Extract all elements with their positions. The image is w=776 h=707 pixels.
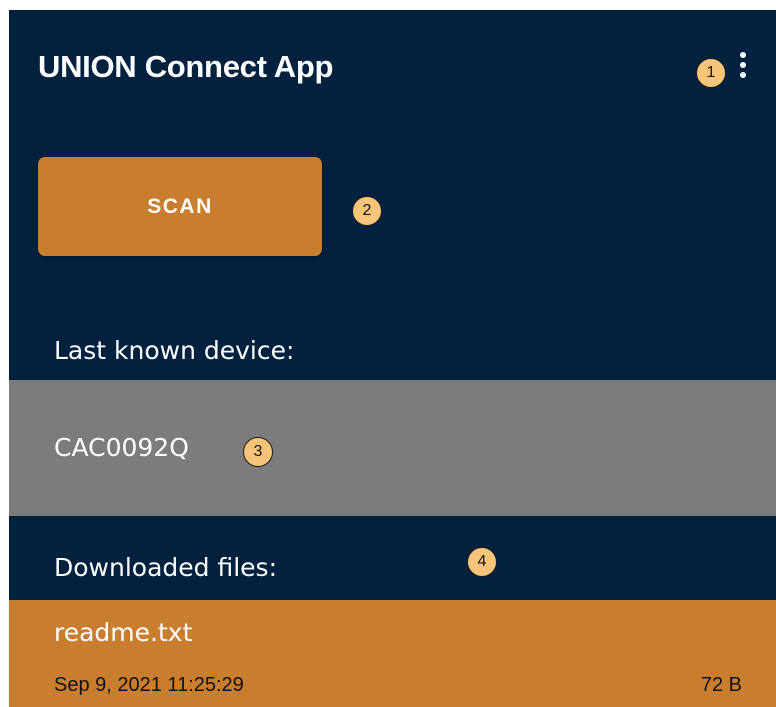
app-title: UNION Connect App xyxy=(38,49,334,84)
file-name: readme.txt xyxy=(54,618,193,647)
menu-dot xyxy=(740,72,746,78)
callout-marker-2: 2 xyxy=(352,196,382,226)
last-device-row[interactable]: CAC0092Q xyxy=(9,380,776,516)
file-list-item[interactable]: readme.txt Sep 9, 2021 11:25:29 72 B xyxy=(9,600,776,707)
file-date: Sep 9, 2021 11:25:29 xyxy=(54,674,244,696)
file-size: 72 B xyxy=(700,674,742,696)
app-screen: UNION Connect App SCAN Last known device… xyxy=(9,10,776,707)
callout-marker-3: 3 xyxy=(243,437,273,467)
downloaded-files-label: Downloaded files: xyxy=(54,553,277,582)
more-vert-icon[interactable] xyxy=(736,48,750,84)
last-device-label: Last known device: xyxy=(54,336,295,365)
callout-marker-4: 4 xyxy=(467,547,497,577)
scan-button[interactable]: SCAN xyxy=(38,157,322,256)
device-id: CAC0092Q xyxy=(54,433,189,462)
menu-dot xyxy=(740,62,746,68)
callout-marker-1: 1 xyxy=(696,58,726,88)
menu-dot xyxy=(740,52,746,58)
